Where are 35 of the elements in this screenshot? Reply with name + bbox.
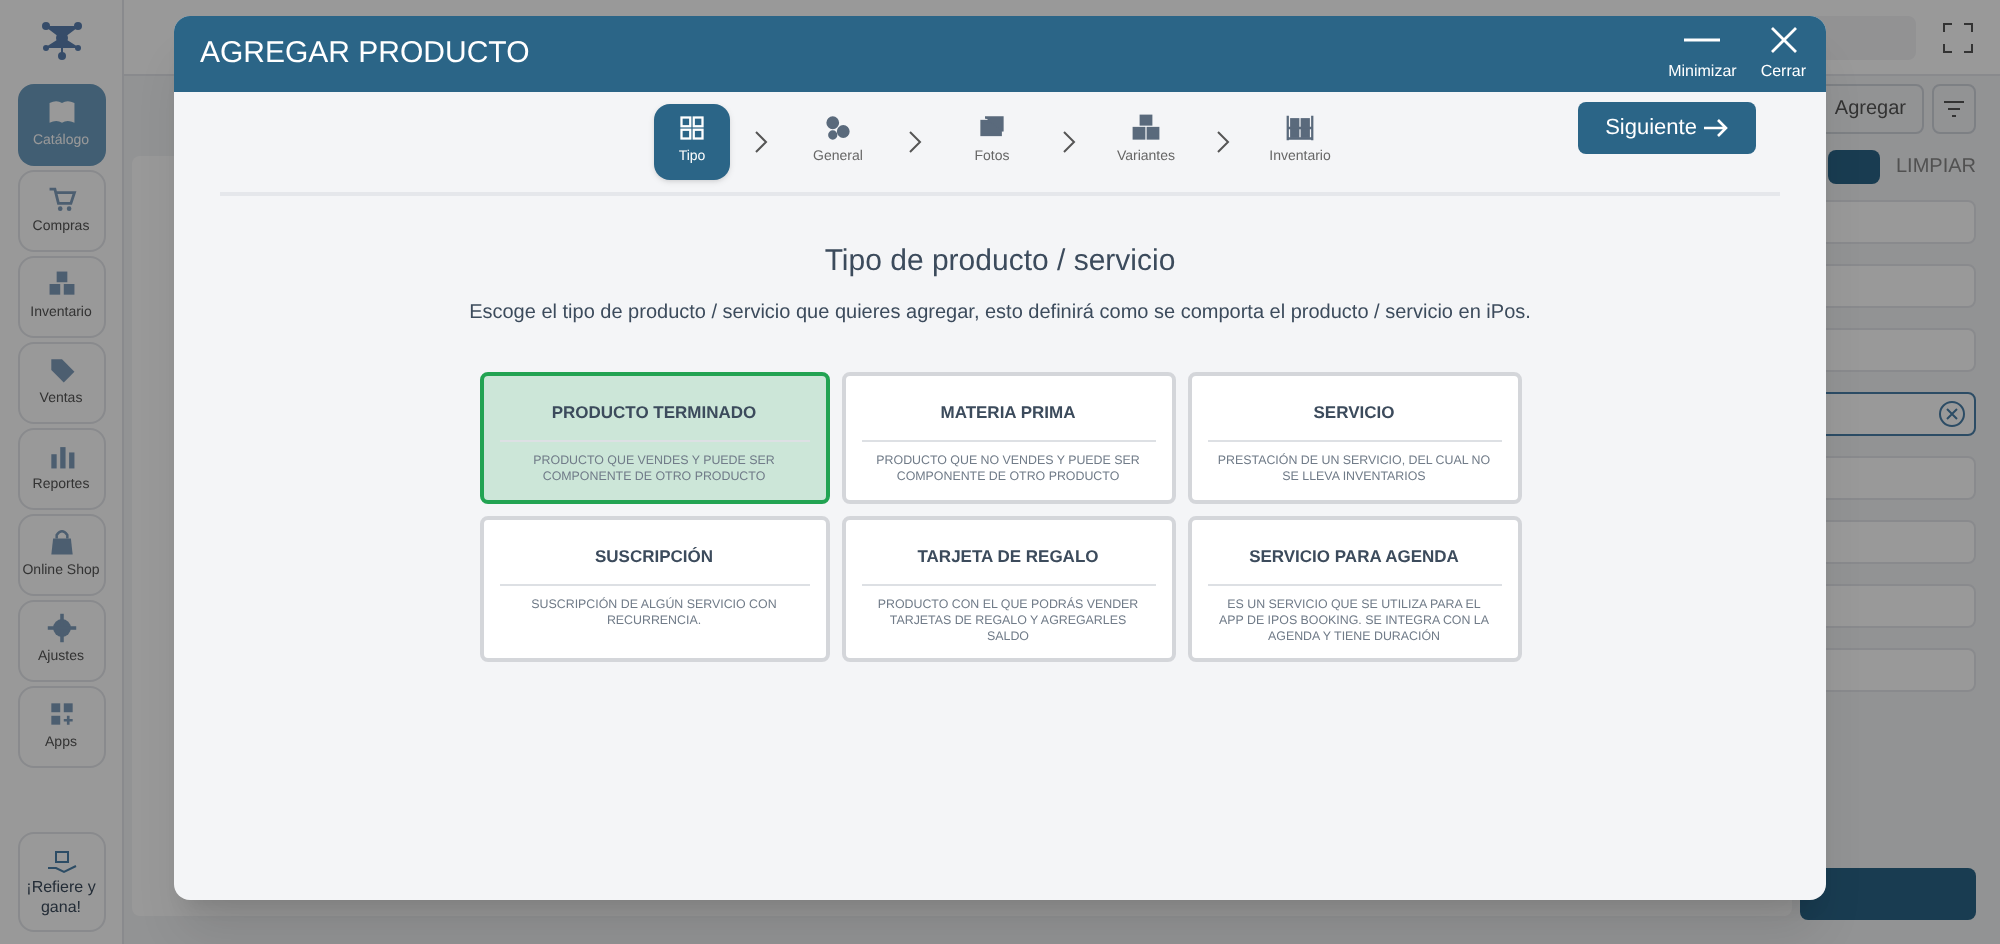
- boxes-icon: [1132, 114, 1160, 143]
- filter-icon: [1942, 100, 1966, 118]
- fullscreen-icon[interactable]: [1940, 19, 1976, 55]
- minimize-icon: [1684, 37, 1721, 41]
- modal-title: AGREGAR PRODUCTO: [200, 33, 532, 74]
- network-logo-icon[interactable]: [39, 16, 83, 60]
- minimize-button[interactable]: Minimizar: [1668, 25, 1737, 83]
- bag-icon: [45, 526, 77, 559]
- card-title: SUSCRIPCIÓN: [499, 543, 809, 587]
- section-description: Escoge el tipo de producto / servicio que quieres agregar, esto definirá como se comporta el producto / servicio en iPos.: [469, 299, 1531, 327]
- apps-icon: [45, 698, 77, 731]
- section-heading: Tipo de producto / servicio: [824, 242, 1176, 282]
- clear-icon[interactable]: [1938, 400, 1966, 428]
- refer-button[interactable]: ¡Refiere y gana!: [17, 832, 105, 932]
- card-title: TARJETA DE REGALO: [861, 543, 1155, 587]
- cart-icon: [45, 182, 77, 215]
- arrow-right-icon: [1704, 118, 1729, 138]
- chevron-right-icon: [1216, 130, 1230, 154]
- card-title: PRODUCTO TERMINADO: [499, 399, 809, 443]
- close-button[interactable]: Cerrar: [1760, 25, 1806, 83]
- chevron-right-icon: [754, 130, 768, 154]
- shelves-icon: [1286, 114, 1314, 143]
- next-button[interactable]: Siguiente: [1578, 102, 1756, 154]
- boxes-icon: [45, 268, 77, 301]
- chevron-right-icon: [908, 130, 922, 154]
- close-icon: [1769, 25, 1798, 53]
- card-title: SERVICIO PARA AGENDA: [1207, 543, 1501, 587]
- card-title: SERVICIO: [1207, 399, 1501, 443]
- chevron-right-icon: [1062, 130, 1076, 154]
- grid-icon: [678, 114, 706, 143]
- tab[interactable]: [1827, 150, 1880, 184]
- tag-icon: [45, 354, 77, 387]
- action-button[interactable]: [1800, 868, 1976, 920]
- filter-button[interactable]: [1932, 84, 1976, 134]
- card-title: MATERIA PRIMA: [861, 399, 1155, 443]
